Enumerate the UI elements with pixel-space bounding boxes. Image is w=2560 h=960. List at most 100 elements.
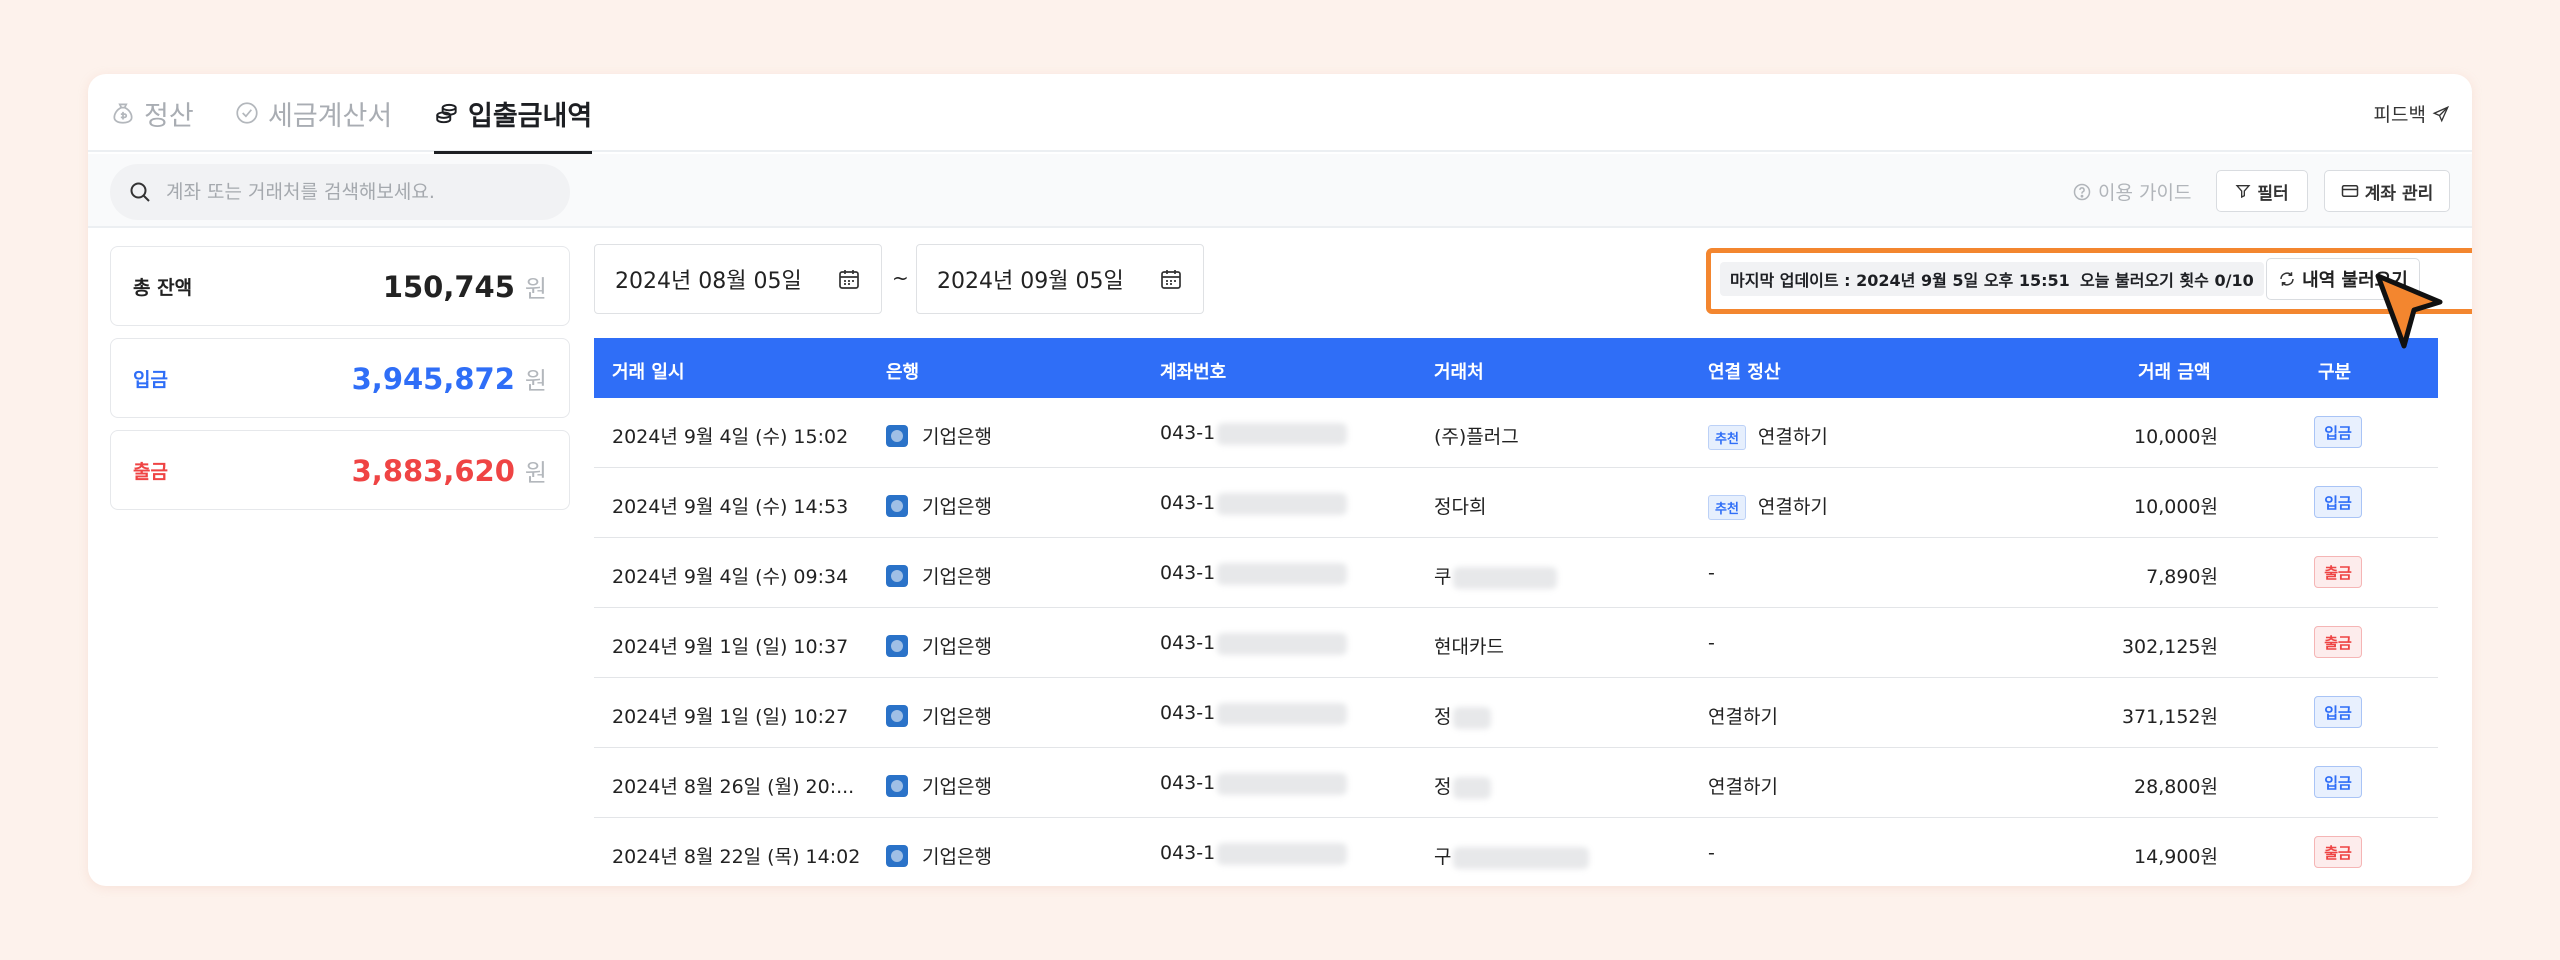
row-date: 2024년 9월 4일 (수) 14:53 [612, 496, 849, 518]
row-amount: 10,000원 [2134, 426, 2218, 448]
blurred-text [1217, 702, 1348, 725]
coins-icon [436, 103, 457, 124]
row-party: 정다희 [1434, 496, 1487, 518]
row-account: 043-1 [1160, 842, 1216, 864]
currency-unit: 원 [524, 458, 547, 487]
bank-logo-icon [886, 564, 908, 587]
total-balance-card: 총 잔액 150,745 원 [110, 246, 570, 326]
bank-logo-icon [886, 704, 908, 727]
row-account: 043-1 [1160, 422, 1216, 444]
tab-label: 입출금내역 [468, 100, 593, 132]
table-row[interactable]: 2024년 9월 4일 (수) 14:53 기업은행 043-1 정다희 추천 연… [594, 468, 2438, 538]
row-bank: 기업은행 [922, 566, 992, 588]
refresh-icon [2280, 272, 2294, 286]
table-row[interactable]: 2024년 9월 1일 (일) 10:27 기업은행 043-1 정 연결하기 … [594, 678, 2438, 748]
search-box[interactable] [110, 164, 570, 220]
search-input[interactable] [166, 181, 546, 203]
filter-button[interactable]: 필터 [2216, 170, 2308, 212]
blurred-text [1453, 846, 1590, 869]
currency-unit: 원 [524, 274, 547, 303]
row-party: (주)플러그 [1434, 426, 1519, 448]
row-bank: 기업은행 [922, 846, 992, 868]
table-row[interactable]: 2024년 8월 26일 (월) 20:... 기업은행 043-1 정 연결하… [594, 748, 2438, 818]
table-row[interactable]: 2024년 9월 4일 (수) 15:02 기업은행 043-1 (주)플러그 … [594, 398, 2438, 468]
row-link: - [1708, 562, 1715, 584]
row-date: 2024년 9월 4일 (수) 15:02 [612, 426, 849, 448]
tab-label: 세금계산서 [268, 100, 393, 132]
blurred-text [1453, 706, 1492, 729]
row-bank: 기업은행 [922, 776, 992, 798]
tab-tax-invoice[interactable]: 세금계산서 [234, 74, 392, 152]
link-action[interactable]: 추천 연결하기 [1708, 422, 1828, 450]
row-bank: 기업은행 [922, 636, 992, 658]
blurred-text [1217, 632, 1348, 655]
reload-count-badge: 오늘 불러오기 횟수 0/10 [2070, 262, 2264, 296]
link-action[interactable]: 연결하기 [1708, 772, 1778, 799]
row-account: 043-1 [1160, 492, 1216, 514]
tab-settlement[interactable]: 정산 [110, 74, 194, 152]
account-manage-button[interactable]: 계좌 관리 [2324, 170, 2450, 212]
kind-badge: 출금 [2314, 836, 2362, 868]
kind-badge: 출금 [2314, 556, 2362, 588]
blurred-text [1217, 422, 1348, 445]
row-bank: 기업은행 [922, 706, 992, 728]
row-party: 현대카드 [1434, 636, 1504, 658]
bank-logo-icon [886, 424, 908, 447]
tab-label: 정산 [144, 100, 194, 132]
row-amount: 28,800원 [2134, 776, 2218, 798]
bank-logo-icon [886, 844, 908, 867]
help-circle-icon [2073, 183, 2091, 200]
row-link: - [1708, 842, 1715, 864]
row-amount: 302,125원 [2121, 636, 2218, 658]
row-account: 043-1 [1160, 702, 1216, 724]
row-amount: 10,000원 [2134, 496, 2218, 518]
withdraw-value: 3,883,620 [351, 453, 515, 488]
blurred-text [1217, 562, 1348, 585]
date-separator: ~ [892, 266, 909, 290]
link-action[interactable]: 연결하기 [1708, 702, 1778, 729]
row-amount: 14,900원 [2134, 846, 2218, 868]
kind-badge: 출금 [2314, 626, 2362, 658]
feedback-label: 피드백 [2373, 104, 2426, 126]
bank-logo-icon [886, 774, 908, 797]
total-balance-value: 150,745 [382, 269, 515, 304]
feedback-button[interactable]: 피드백 [2374, 100, 2450, 127]
row-party: 정 [1434, 706, 1452, 728]
currency-unit: 원 [524, 366, 547, 395]
blurred-text [1453, 566, 1558, 589]
tab-transactions[interactable]: 입출금내역 [434, 74, 593, 154]
row-amount: 371,152원 [2121, 706, 2218, 728]
row-party: 구 [1434, 846, 1452, 868]
calendar-icon [839, 270, 859, 289]
main-card: 정산 세금계산서 입출금내역 피드백 계좌 또는 거래처를 검색해보세요. 이용… [88, 74, 2472, 886]
kind-badge: 입금 [2314, 416, 2362, 448]
row-amount: 7,890원 [2146, 566, 2218, 588]
tab-bar: 정산 세금계산서 입출금내역 피드백 [88, 74, 2472, 154]
col-kind: 구분 [2318, 362, 2352, 383]
bank-logo-icon [886, 494, 908, 517]
withdraw-label: 출금 [133, 460, 168, 483]
row-date: 2024년 9월 1일 (일) 10:27 [612, 706, 849, 728]
col-link: 연결 정산 [1708, 362, 1781, 383]
row-link: - [1708, 632, 1715, 654]
link-action[interactable]: 추천 연결하기 [1708, 492, 1828, 520]
kind-badge: 입금 [2314, 486, 2362, 518]
send-icon [2432, 105, 2450, 122]
row-date: 2024년 9월 4일 (수) 09:34 [612, 566, 849, 588]
end-date-picker[interactable]: 2024년 09월 05일 [916, 244, 1204, 314]
table-row[interactable]: 2024년 9월 4일 (수) 09:34 기업은행 043-1 쿠 - 7,8… [594, 538, 2438, 608]
table-header: 거래 일시 은행 계좌번호 거래처 연결 정산 거래 금액 구분 [594, 338, 2438, 398]
row-account: 043-1 [1160, 772, 1216, 794]
deposit-value: 3,945,872 [351, 361, 515, 396]
row-date: 2024년 9월 1일 (일) 10:37 [612, 636, 849, 658]
link-label: 연결하기 [1757, 496, 1828, 518]
guide-link[interactable]: 이용 가이드 [2072, 178, 2191, 205]
mouse-pointer-icon [2375, 273, 2443, 349]
recommend-tag: 추천 [1708, 495, 1746, 520]
last-update-badge: 마지막 업데이트 : 2024년 9월 5일 오후 15:51 [1720, 262, 2080, 296]
total-balance-label: 총 잔액 [133, 276, 193, 299]
start-date-picker[interactable]: 2024년 08월 05일 [594, 244, 882, 314]
account-manage-label: 계좌 관리 [2364, 183, 2434, 204]
table-row[interactable]: 2024년 9월 1일 (일) 10:37 기업은행 043-1 현대카드 - … [594, 608, 2438, 678]
table-row[interactable]: 2024년 8월 22일 (목) 14:02 기업은행 043-1 구 - 14… [594, 818, 2438, 886]
